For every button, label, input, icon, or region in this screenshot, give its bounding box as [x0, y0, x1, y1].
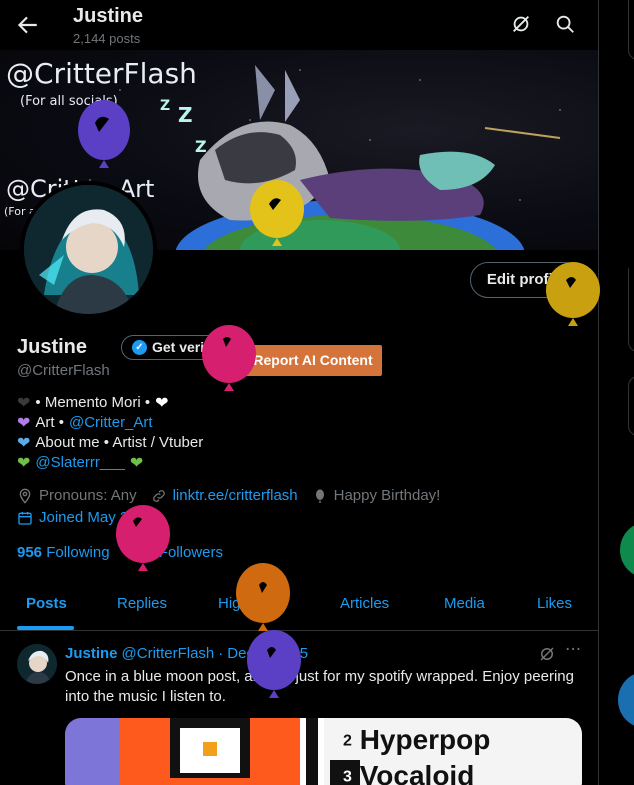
- page-title: Justine: [73, 5, 144, 27]
- profile-tabs: Posts Replies Highlights Articles Media …: [0, 583, 598, 631]
- bio-line-1: • Memento Mori •: [35, 394, 151, 411]
- tab-posts[interactable]: Posts: [26, 595, 67, 612]
- sidebar-card: [628, 0, 634, 60]
- pronouns: Pronouns: Any: [39, 487, 137, 504]
- media-genre-2: Vocaloid: [359, 760, 475, 785]
- svg-text:Z: Z: [195, 137, 207, 156]
- top-bar: Justine 2,144 posts: [0, 0, 598, 50]
- svg-text:Z: Z: [178, 103, 193, 127]
- more-options-icon[interactable]: ···: [565, 640, 581, 660]
- birthday-balloon-icon: [546, 262, 600, 326]
- media-rank-3: 3: [343, 768, 352, 785]
- profile-handle: @CritterFlash: [17, 362, 110, 379]
- bio-line-2: Art •: [35, 414, 64, 431]
- report-ai-content-button[interactable]: Report AI Content: [244, 345, 382, 376]
- birthday: Happy Birthday!: [333, 487, 441, 504]
- link-icon: [152, 489, 165, 502]
- back-arrow-icon[interactable]: [14, 12, 40, 38]
- balloon-icon: [315, 488, 324, 503]
- sidebar-card: [628, 376, 634, 436]
- banner-handle: @CritterFlash: [6, 57, 197, 90]
- birthday-balloon-icon: [618, 674, 634, 726]
- post-author-name[interactable]: Justine: [65, 645, 118, 662]
- white-heart-icon: ❤: [155, 393, 169, 412]
- post-text: Once in a blue moon post, and it's just …: [65, 668, 574, 705]
- bio-line-3: About me • Artist / Vtuber: [35, 434, 204, 451]
- following-link[interactable]: 956 Following: [17, 544, 110, 561]
- tab-articles[interactable]: Articles: [340, 595, 389, 612]
- post-media[interactable]: 2 Hyperpop 3 Vocaloid: [65, 718, 582, 785]
- birthday-balloon-icon: [116, 505, 170, 571]
- birthday-balloon-icon: [78, 100, 130, 168]
- grok-post-icon[interactable]: [538, 645, 556, 663]
- post-count: 2,144 posts: [73, 31, 141, 46]
- post-avatar[interactable]: [17, 644, 57, 684]
- location-pin-icon: [19, 488, 31, 504]
- post-separator: ·: [218, 645, 224, 662]
- birthday-balloon-icon: [250, 180, 304, 246]
- black-heart-icon: ❤: [17, 393, 31, 412]
- avatar-art: [24, 185, 153, 314]
- spotify-wrapped-image: [65, 718, 582, 785]
- following-label: Following: [46, 544, 110, 561]
- bio-art-link[interactable]: @Critter_Art: [69, 413, 153, 433]
- calendar-icon: [18, 511, 32, 525]
- green-heart-icon: ❤: [129, 453, 144, 472]
- sidebar-card: [628, 268, 634, 352]
- post-author-handle[interactable]: @CritterFlash: [122, 645, 215, 662]
- blue-heart-icon: ❤: [17, 433, 31, 452]
- tab-media[interactable]: Media: [444, 595, 485, 612]
- following-count: 956: [17, 544, 43, 561]
- purple-heart-icon: ❤: [17, 413, 31, 432]
- right-sidebar: [600, 0, 634, 785]
- media-rank-2: 2: [343, 732, 352, 750]
- svg-text:Z: Z: [160, 98, 170, 114]
- verified-badge-icon: ✓: [132, 340, 147, 355]
- profile-avatar[interactable]: [20, 181, 157, 318]
- tab-likes[interactable]: Likes: [537, 595, 572, 612]
- birthday-balloon-icon: [620, 525, 634, 575]
- profile-meta-row: Pronouns: Any linktr.ee/critterflash Hap…: [17, 487, 440, 504]
- bio-slater-link[interactable]: @Slaterrr___: [35, 453, 124, 473]
- birthday-balloon-icon: [202, 325, 256, 391]
- birthday-balloon-icon: [236, 563, 290, 631]
- media-genre-1: Hyperpop: [359, 724, 491, 755]
- profile-name: Justine: [17, 336, 88, 358]
- post-avatar-art: [17, 644, 57, 684]
- profile-bio: ❤ • Memento Mori • ❤ ❤ Art • @Critter_Ar…: [17, 393, 203, 473]
- green-heart-icon: ❤: [17, 453, 31, 472]
- active-tab-indicator: [17, 626, 74, 630]
- birthday-balloon-icon: [247, 630, 301, 698]
- website-link[interactable]: linktr.ee/critterflash: [173, 487, 298, 504]
- search-icon[interactable]: [554, 13, 576, 35]
- grok-icon[interactable]: [510, 13, 532, 35]
- tab-replies[interactable]: Replies: [117, 595, 167, 612]
